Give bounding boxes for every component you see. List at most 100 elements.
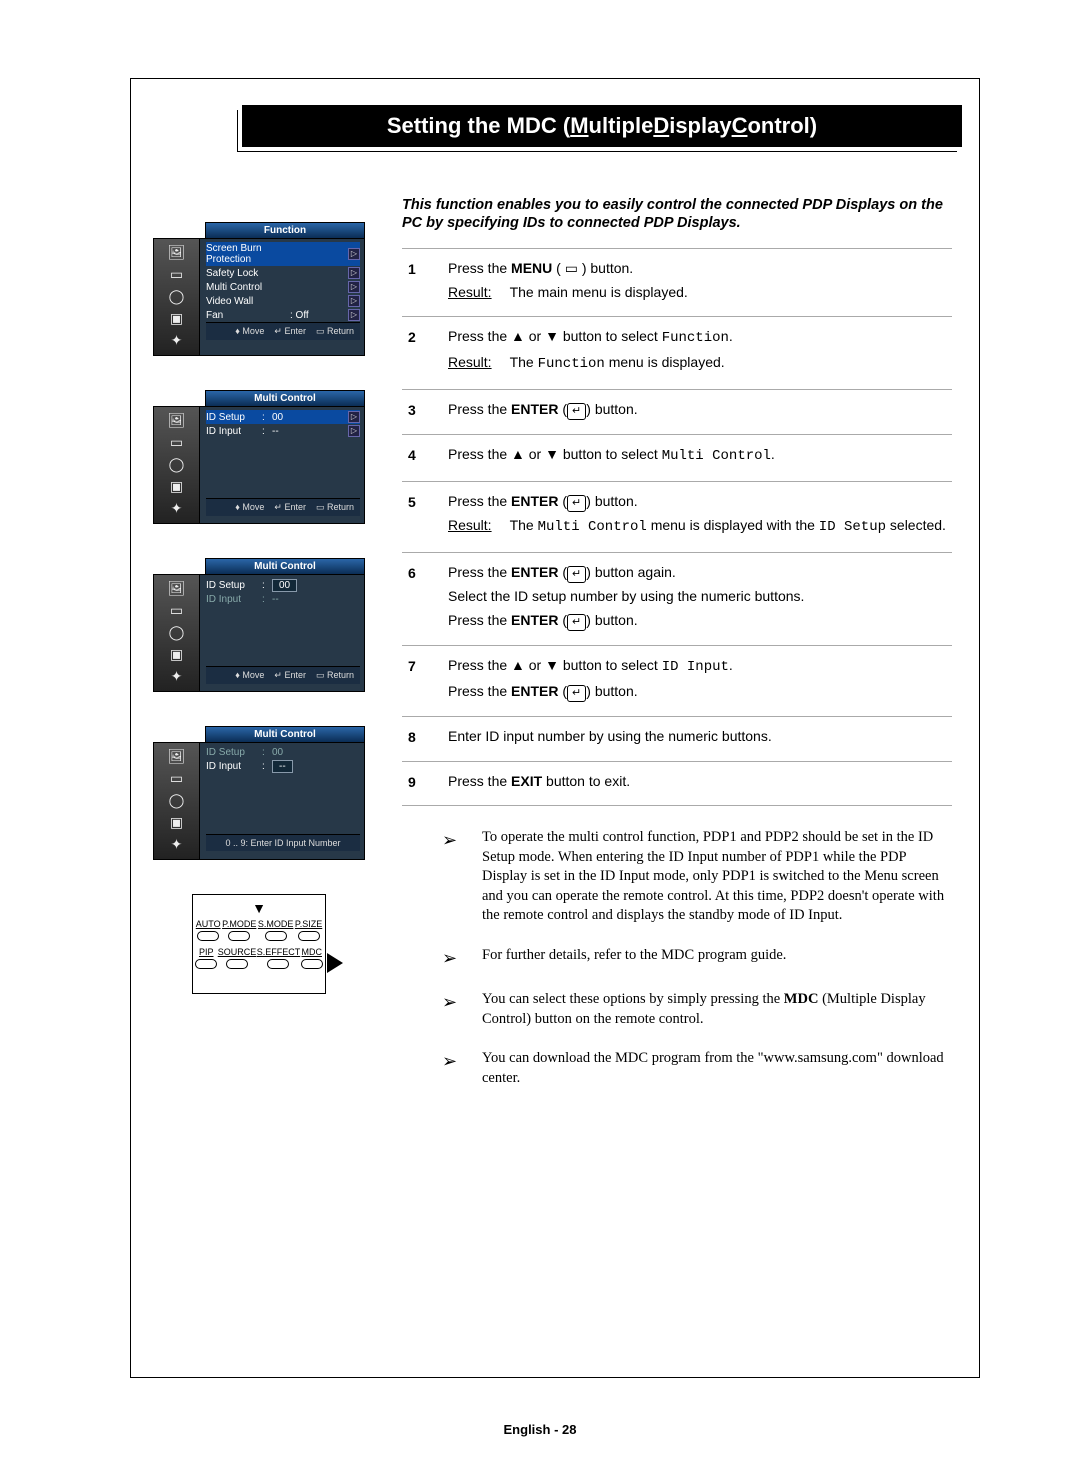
osd-header: Function xyxy=(205,222,365,238)
step-body: Press the ▲ or ▼ button to select Multi … xyxy=(448,445,952,471)
osd-footer: ♦ Move ↵ Enter ▭ Return xyxy=(206,498,360,516)
sound-icon: ◯ xyxy=(164,623,190,641)
osd-row: Video Wall▷ xyxy=(206,294,360,308)
chevron-right-icon: ▷ xyxy=(348,295,360,307)
step-body: Press the ▲ or ▼ button to select Functi… xyxy=(448,327,952,378)
step-line: Enter ID input number by using the numer… xyxy=(448,727,952,747)
osd-function: Function 🖼 ▭ ◯ ▣ ✦ Screen Burn Protectio… xyxy=(153,222,365,356)
note: ➢ You can download the MDC program from t… xyxy=(442,1049,952,1088)
osd-footer: 0 .. 9: Enter ID Input Number xyxy=(206,834,360,851)
step-body: Press the ▲ or ▼ button to select ID Inp… xyxy=(448,656,952,706)
osd-content: ID Setup:00 ID Input:-- ♦ Move ↵ Enter ▭… xyxy=(200,575,364,691)
picture-icon: 🖼 xyxy=(164,579,190,597)
value-box: 00 xyxy=(272,579,297,592)
note-bullet-icon: ➢ xyxy=(442,946,462,970)
osd-row: ID Input:-- xyxy=(206,759,360,774)
chevron-right-icon: ▷ xyxy=(348,411,360,423)
osd-icon-rail: 🖼 ▭ ◯ ▣ ✦ xyxy=(154,407,200,523)
step: 5Press the ENTER (↵) button.Result:The M… xyxy=(402,481,952,552)
osd-footer: ♦ Move ↵ Enter ▭ Return xyxy=(206,322,360,340)
step: 6Press the ENTER (↵) button again.Select… xyxy=(402,552,952,645)
sound-icon: ◯ xyxy=(164,791,190,809)
function-icon: ✦ xyxy=(164,499,190,517)
result-label: Result: xyxy=(448,283,492,303)
picture-icon: 🖼 xyxy=(164,411,190,429)
remote-button xyxy=(298,931,320,941)
result-label: Result: xyxy=(448,516,492,536)
setup-icon: ▣ xyxy=(164,645,190,663)
page-footer: English - 28 xyxy=(0,1422,1080,1437)
chevron-right-icon: ▷ xyxy=(348,309,360,321)
remote-button xyxy=(301,959,323,969)
remote-button xyxy=(267,959,289,969)
note: ➢ You can select these options by simply … xyxy=(442,990,952,1029)
step-line: Press the ▲ or ▼ button to select ID Inp… xyxy=(448,656,952,678)
osd-header: Multi Control xyxy=(205,390,365,406)
steps-list: 1Press the MENU ( ▭ ) button.Result:The … xyxy=(402,248,952,806)
remote-button xyxy=(195,959,217,969)
step-number: 2 xyxy=(408,327,448,378)
osd-row: Safety Lock▷ xyxy=(206,266,360,280)
function-icon: ✦ xyxy=(164,835,190,853)
remote-button xyxy=(226,959,248,969)
title-p4: isplay xyxy=(669,113,731,139)
sound-icon: ◯ xyxy=(164,455,190,473)
input-icon: ▭ xyxy=(164,601,190,619)
step-body: Press the ENTER (↵) button.Result:The Mu… xyxy=(448,492,952,542)
function-icon: ✦ xyxy=(164,331,190,349)
step-number: 7 xyxy=(408,656,448,706)
osd-row: ID Setup:00▷ xyxy=(206,410,360,424)
step-number: 8 xyxy=(408,727,448,751)
setup-icon: ▣ xyxy=(164,813,190,831)
remote-snippet: ▼ AUTO P.MODE S.MODE P.SIZE PIP SOURCE S… xyxy=(192,894,326,994)
osd-row: ID Input:--▷ xyxy=(206,424,360,438)
step-line: Result:The Function menu is displayed. xyxy=(448,353,952,375)
step-line: Result:The Multi Control menu is display… xyxy=(448,516,952,538)
right-column: This function enables you to easily cont… xyxy=(402,196,952,1109)
remote-button xyxy=(228,931,250,941)
step-body: Press the MENU ( ▭ ) button.Result:The m… xyxy=(448,259,952,306)
step-line: Select the ID setup number by using the … xyxy=(448,587,952,607)
step-number: 4 xyxy=(408,445,448,471)
intro-text: This function enables you to easily cont… xyxy=(402,196,952,248)
step-body: Press the EXIT button to exit. xyxy=(448,772,952,796)
osd-row: ID Setup:00 xyxy=(206,578,360,593)
note-text: You can download the MDC program from th… xyxy=(482,1049,952,1088)
note-bullet-icon: ➢ xyxy=(442,1049,462,1088)
note-text: You can select these options by simply p… xyxy=(482,990,952,1029)
step-line: Press the ENTER (↵) button again. xyxy=(448,563,952,583)
remote-button xyxy=(197,931,219,941)
osd-row: Fan: Off▷ xyxy=(206,308,360,322)
step-line: Press the EXIT button to exit. xyxy=(448,772,952,792)
step: 4Press the ▲ or ▼ button to select Multi… xyxy=(402,434,952,481)
chevron-right-icon: ▷ xyxy=(348,425,360,437)
setup-icon: ▣ xyxy=(164,477,190,495)
remote-row-2: PIP SOURCE S.EFFECT MDC xyxy=(195,947,323,969)
osd-row: ID Input:-- xyxy=(206,593,360,606)
setup-icon: ▣ xyxy=(164,309,190,327)
step-body: Enter ID input number by using the numer… xyxy=(448,727,952,751)
picture-icon: 🖼 xyxy=(164,747,190,765)
chevron-right-icon: ▷ xyxy=(348,248,360,260)
title-p0: Setting the MDC ( xyxy=(387,113,570,139)
input-icon: ▭ xyxy=(164,265,190,283)
step-line: Press the ENTER (↵) button. xyxy=(448,682,952,702)
pointer-icon xyxy=(327,953,343,973)
sound-icon: ◯ xyxy=(164,287,190,305)
function-icon: ✦ xyxy=(164,667,190,685)
remote-row-1: AUTO P.MODE S.MODE P.SIZE xyxy=(195,919,323,941)
osd-icon-rail: 🖼 ▭ ◯ ▣ ✦ xyxy=(154,239,200,355)
note-bullet-icon: ➢ xyxy=(442,990,462,1029)
title-p2: ultiple xyxy=(589,113,654,139)
title-p6: ontrol) xyxy=(747,113,817,139)
osd-multicontrol-b: Multi Control 🖼 ▭ ◯ ▣ ✦ ID Setup:00 ID I… xyxy=(153,558,365,692)
chevron-right-icon: ▷ xyxy=(348,281,360,293)
osd-header: Multi Control xyxy=(205,558,365,574)
osd-row: Multi Control▷ xyxy=(206,280,360,294)
page-title: Setting the MDC (Multiple Display Contro… xyxy=(242,105,962,147)
chevron-down-icon: ▼ xyxy=(195,903,323,913)
value-box: -- xyxy=(272,760,293,773)
step: 9Press the EXIT button to exit. xyxy=(402,761,952,807)
step-line: Press the ▲ or ▼ button to select Functi… xyxy=(448,327,952,349)
osd-content: Screen Burn Protection▷ Safety Lock▷ Mul… xyxy=(200,239,364,355)
